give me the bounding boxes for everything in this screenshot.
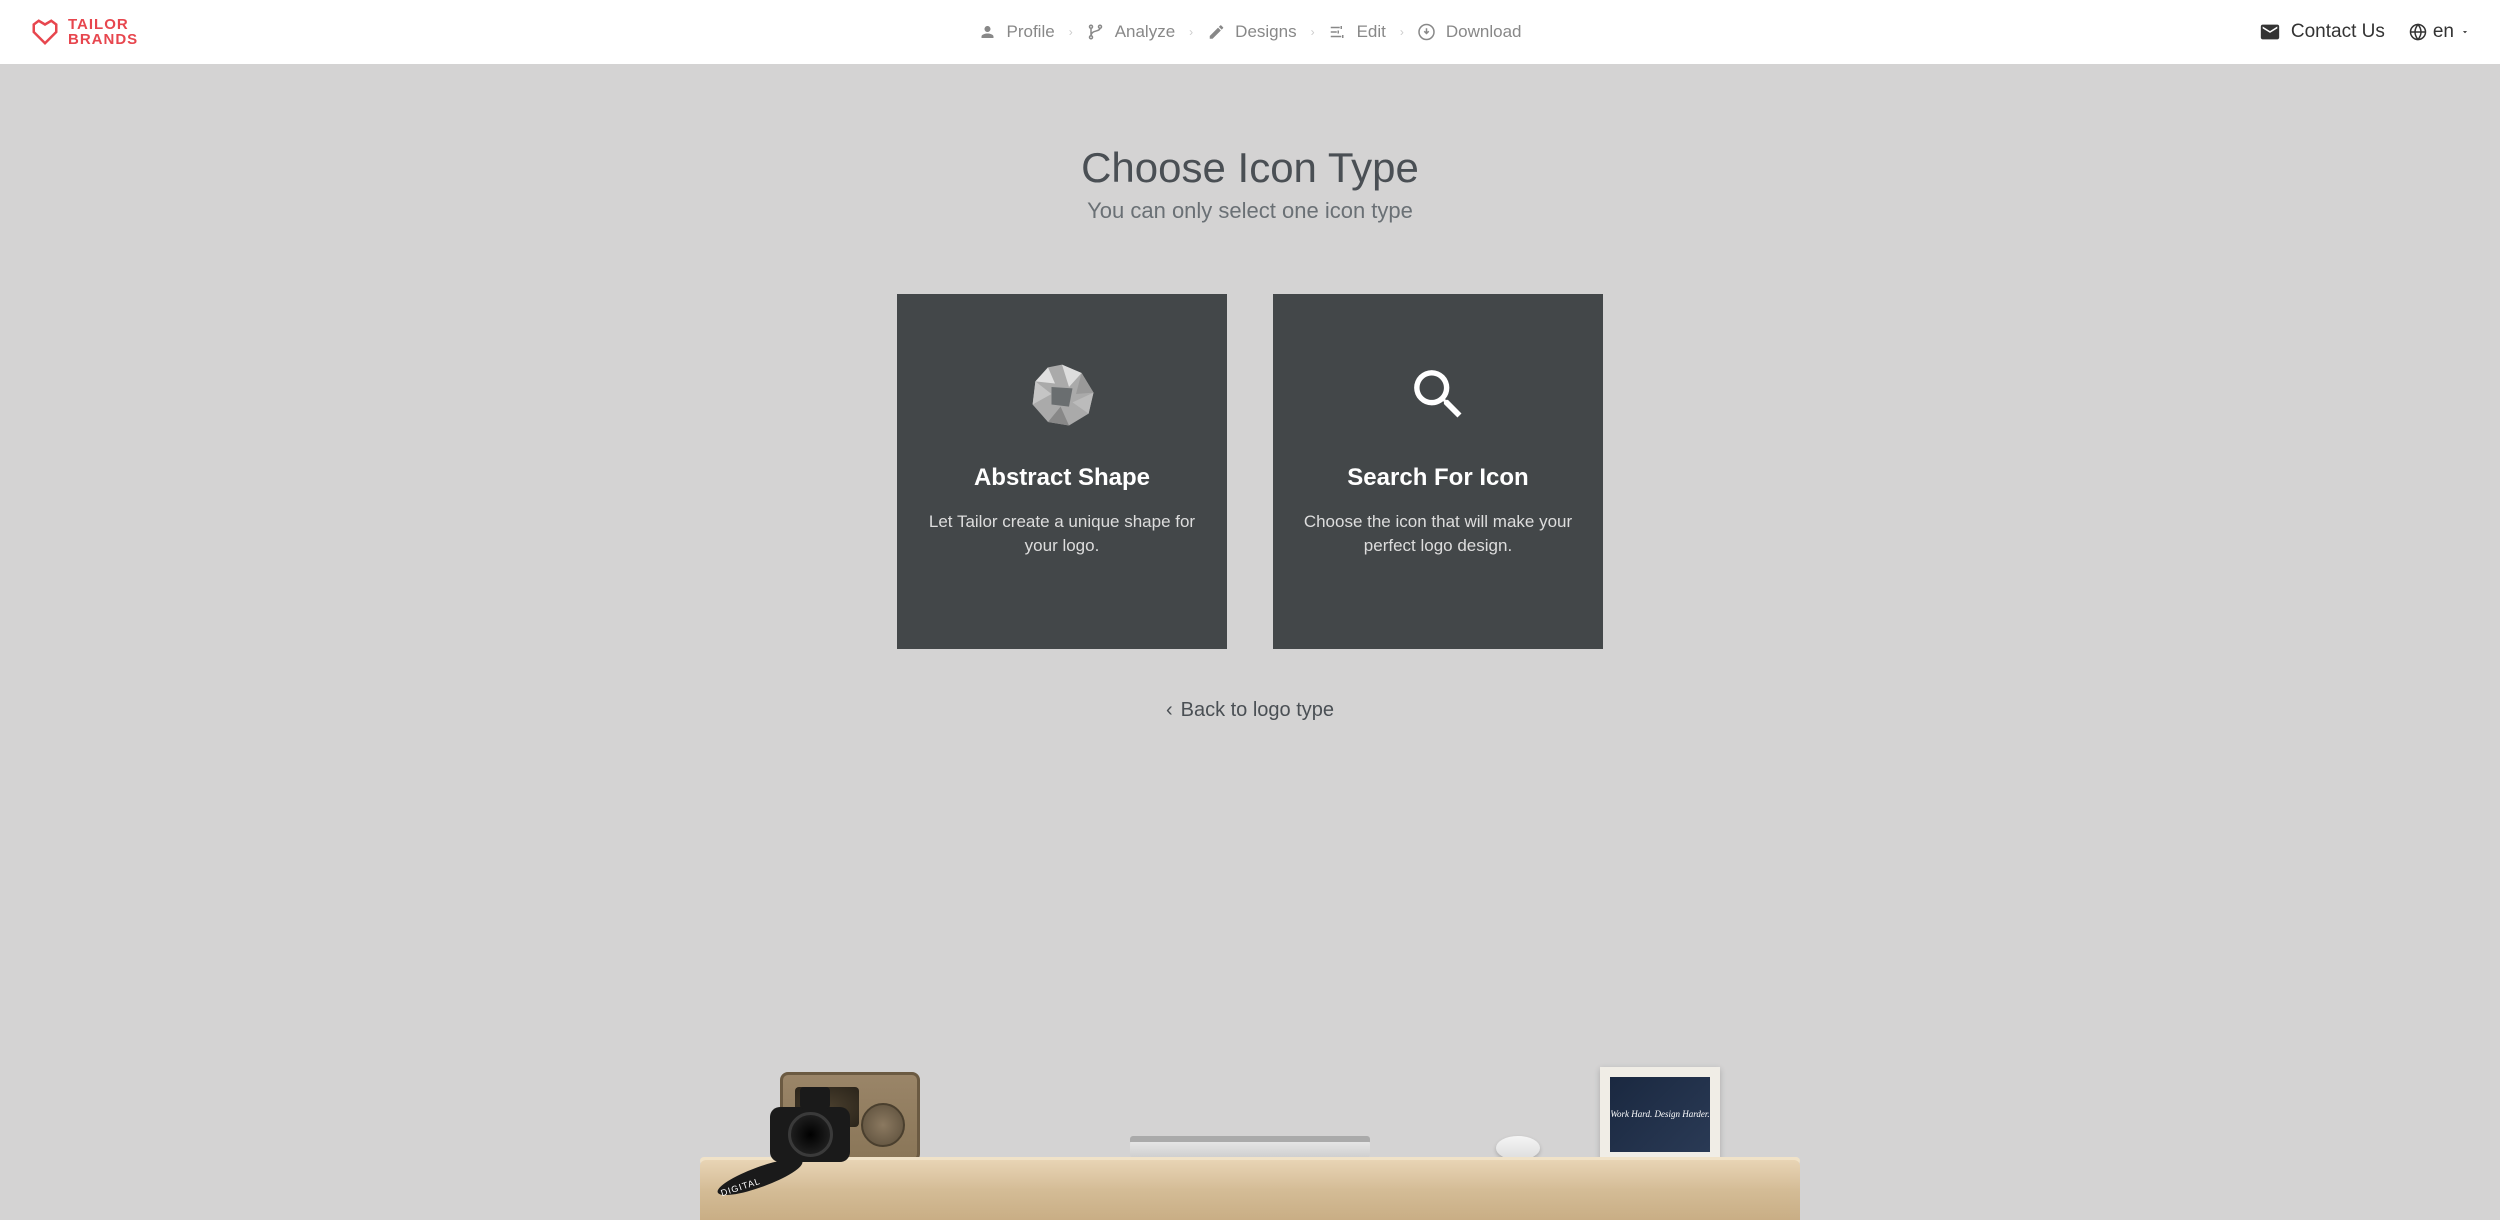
abstract-shape-icon <box>1027 344 1097 444</box>
chevron-right-icon: › <box>1189 25 1193 39</box>
brand-line1: TAILOR <box>68 17 138 32</box>
brand-text: TAILOR BRANDS <box>68 17 138 47</box>
desk-camera: DIGITAL <box>760 1087 860 1162</box>
back-link[interactable]: ‹ Back to logo type <box>1166 699 1334 722</box>
option-abstract-shape[interactable]: Abstract Shape Let Tailor create a uniqu… <box>897 294 1227 649</box>
option-search-icon[interactable]: Search For Icon Choose the icon that wil… <box>1273 294 1603 649</box>
branch-icon <box>1087 23 1105 41</box>
back-label: Back to logo type <box>1181 699 1334 722</box>
heart-logo-icon <box>30 17 60 47</box>
option-desc: Let Tailor create a unique shape for you… <box>927 510 1197 558</box>
sliders-icon <box>1329 23 1347 41</box>
chevron-right-icon: › <box>1069 25 1073 39</box>
frame-text: Work Hard. Design Harder. <box>1610 1077 1710 1152</box>
chevron-left-icon: ‹ <box>1166 699 1173 722</box>
envelope-icon <box>2259 21 2281 43</box>
lang-label: en <box>2433 21 2454 43</box>
page-title: Choose Icon Type <box>1081 144 1419 192</box>
main-content: Choose Icon Type You can only select one… <box>0 64 2500 1220</box>
chevron-down-icon <box>2460 27 2470 37</box>
contact-us-link[interactable]: Contact Us <box>2259 21 2385 43</box>
nav-step-profile[interactable]: Profile <box>979 22 1055 42</box>
desk-scene: DIGITAL Work Hard. Design Harder. <box>700 1020 1800 1220</box>
desk-picture-frame: Work Hard. Design Harder. <box>1600 1067 1720 1162</box>
nav-step-download[interactable]: Download <box>1418 22 1522 42</box>
header-right: Contact Us en <box>2259 21 2470 43</box>
nav-label: Designs <box>1235 22 1296 42</box>
contact-label: Contact Us <box>2291 21 2385 43</box>
nav-label: Download <box>1446 22 1522 42</box>
nav-label: Analyze <box>1115 22 1175 42</box>
nav-step-designs[interactable]: Designs <box>1207 22 1296 42</box>
option-title: Search For Icon <box>1347 464 1528 492</box>
page-subtitle: You can only select one icon type <box>1087 198 1413 224</box>
pencil-icon <box>1207 23 1225 41</box>
option-title: Abstract Shape <box>974 464 1150 492</box>
globe-icon <box>2409 23 2427 41</box>
chevron-right-icon: › <box>1400 25 1404 39</box>
nav-step-edit[interactable]: Edit <box>1329 22 1386 42</box>
brand-line2: BRANDS <box>68 32 138 47</box>
chevron-right-icon: › <box>1311 25 1315 39</box>
nav-label: Edit <box>1357 22 1386 42</box>
progress-nav: Profile › Analyze › Designs › Edit › Dow… <box>979 22 1522 42</box>
language-selector[interactable]: en <box>2409 21 2470 43</box>
nav-step-analyze[interactable]: Analyze <box>1087 22 1175 42</box>
person-icon <box>979 23 997 41</box>
nav-label: Profile <box>1007 22 1055 42</box>
search-icon <box>1406 344 1471 444</box>
icon-type-options: Abstract Shape Let Tailor create a uniqu… <box>897 294 1603 649</box>
option-desc: Choose the icon that will make your perf… <box>1303 510 1573 558</box>
brand-logo[interactable]: TAILOR BRANDS <box>30 17 138 47</box>
top-header: TAILOR BRANDS Profile › Analyze › Design… <box>0 0 2500 64</box>
download-icon <box>1418 23 1436 41</box>
